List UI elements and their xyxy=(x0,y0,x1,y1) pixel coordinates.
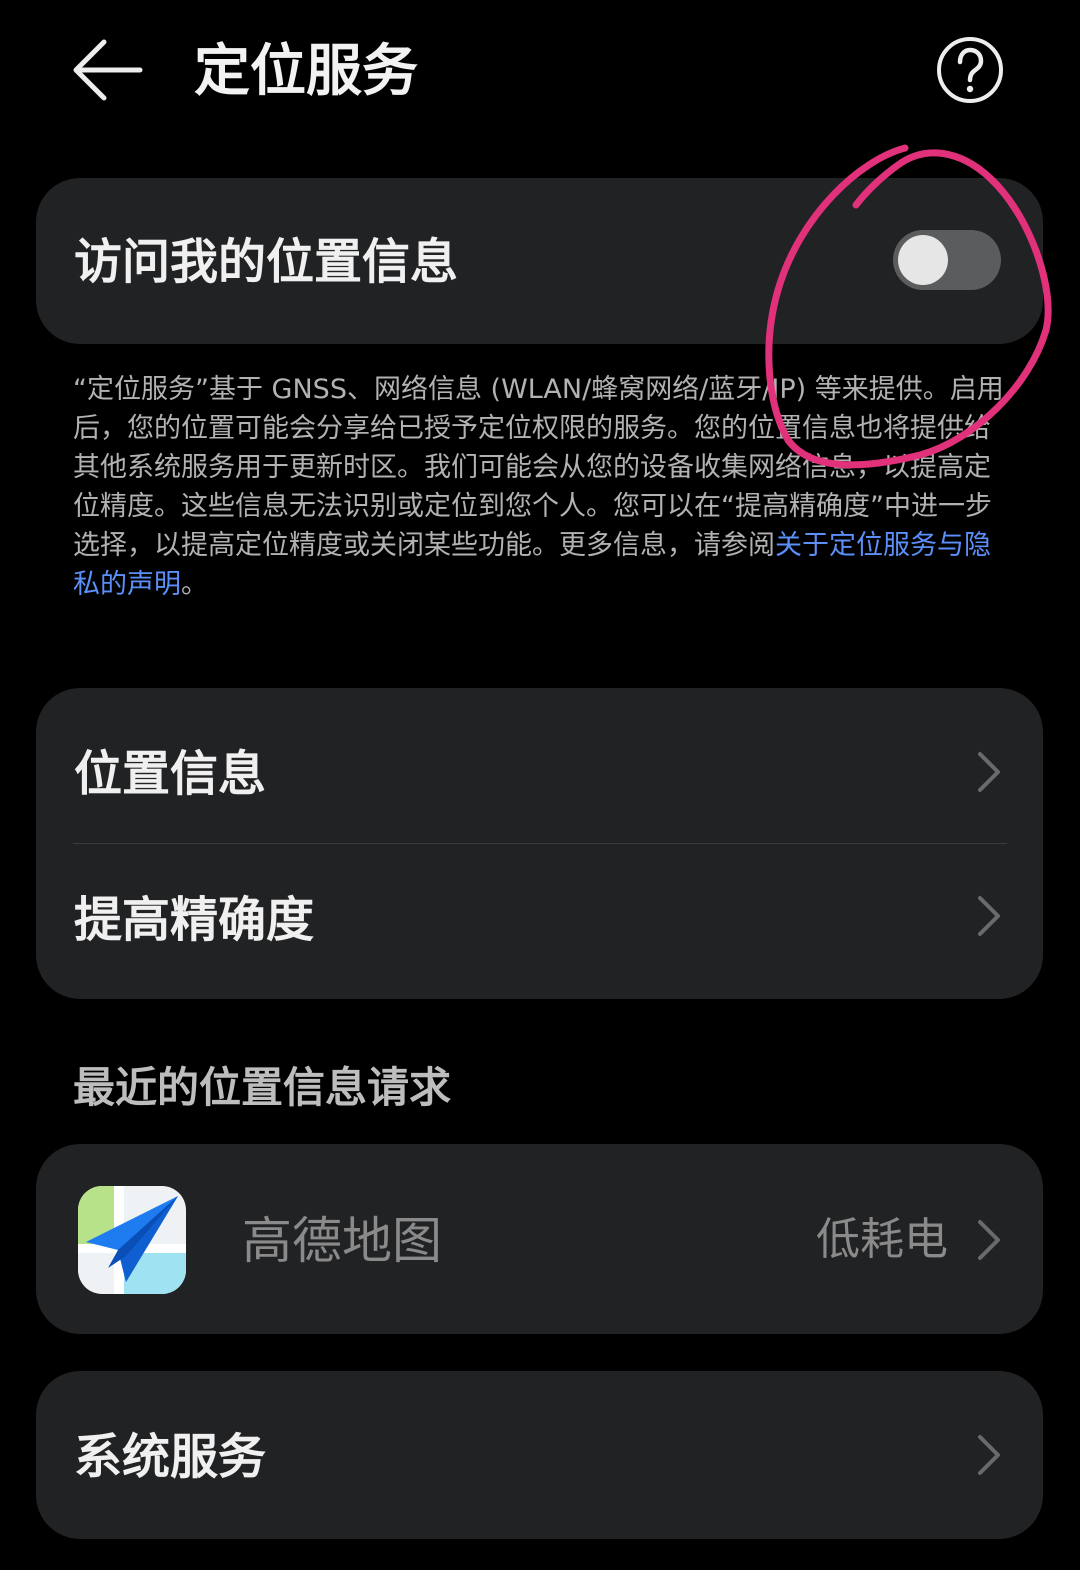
recent-requests-header: 最近的位置信息请求 xyxy=(73,1063,452,1112)
system-services-label: 系统服务 xyxy=(74,1429,267,1485)
chevron-right-icon xyxy=(978,752,1000,792)
recent-app-item[interactable]: 高德地图 低耗电 xyxy=(36,1144,1043,1334)
amap-app-icon xyxy=(78,1186,186,1294)
system-services-item[interactable]: 系统服务 xyxy=(36,1371,1043,1539)
header-bar: 定位服务 xyxy=(0,0,1080,150)
location-settings-card: 位置信息 提高精确度 xyxy=(36,688,1043,999)
app-location-mode: 低耗电 xyxy=(816,1214,948,1265)
location-access-card: 访问我的位置信息 xyxy=(36,178,1043,344)
location-access-toggle[interactable] xyxy=(893,230,1001,290)
back-arrow-icon[interactable] xyxy=(66,36,146,104)
chevron-right-icon xyxy=(978,1220,1000,1260)
nav-item-label: 位置信息 xyxy=(74,746,267,802)
chevron-right-icon xyxy=(978,1435,1000,1475)
location-access-label: 访问我的位置信息 xyxy=(74,234,459,290)
app-name: 高德地图 xyxy=(242,1212,442,1270)
nav-item-label: 提高精确度 xyxy=(74,892,315,948)
help-icon[interactable] xyxy=(936,36,1004,104)
divider xyxy=(73,843,1007,844)
chevron-right-icon xyxy=(978,896,1000,936)
location-service-description: “定位服务”基于 GNSS、网络信息 (WLAN/蜂窝网络/蓝牙/IP) 等来提… xyxy=(73,370,1008,604)
description-suffix: 。 xyxy=(181,569,208,600)
toggle-knob xyxy=(898,235,948,285)
page-title: 定位服务 xyxy=(194,39,418,104)
